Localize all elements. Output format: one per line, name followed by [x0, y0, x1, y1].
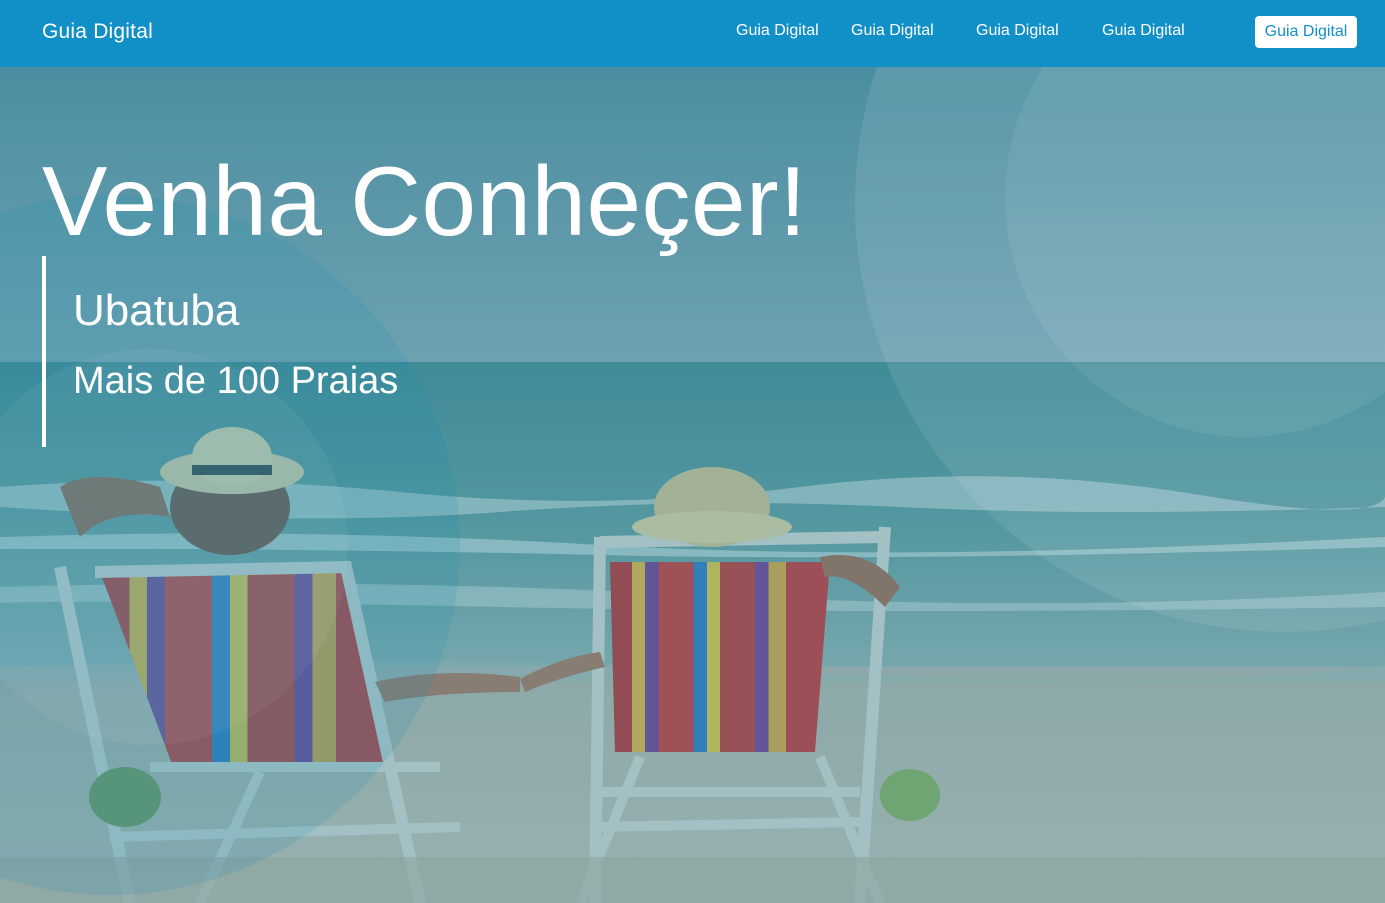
hero-subtitle: Ubatuba — [73, 286, 240, 335]
navbar: Guia Digital Guia Digital Guia Digital G… — [0, 0, 1385, 67]
hero-subblock: Ubatuba Mais de 100 Praias — [42, 256, 546, 447]
nav-cta-button[interactable]: Guia Digital — [1255, 16, 1357, 48]
nav-link-2[interactable]: Guia Digital — [851, 22, 934, 40]
hero-headline: Venha Conheçer! — [42, 146, 807, 256]
nav-link-3[interactable]: Guia Digital — [976, 22, 1059, 40]
hero-tagline: Mais de 100 Praias — [73, 360, 399, 402]
brand-logo-link[interactable]: Guia Digital — [42, 20, 153, 44]
nav-link-1[interactable]: Guia Digital — [736, 22, 819, 40]
landing-page: Guia Digital Guia Digital Guia Digital G… — [0, 0, 1385, 903]
nav-link-4[interactable]: Guia Digital — [1102, 22, 1185, 40]
hero-section: Venha Conheçer! Ubatuba Mais de 100 Prai… — [0, 67, 1385, 903]
